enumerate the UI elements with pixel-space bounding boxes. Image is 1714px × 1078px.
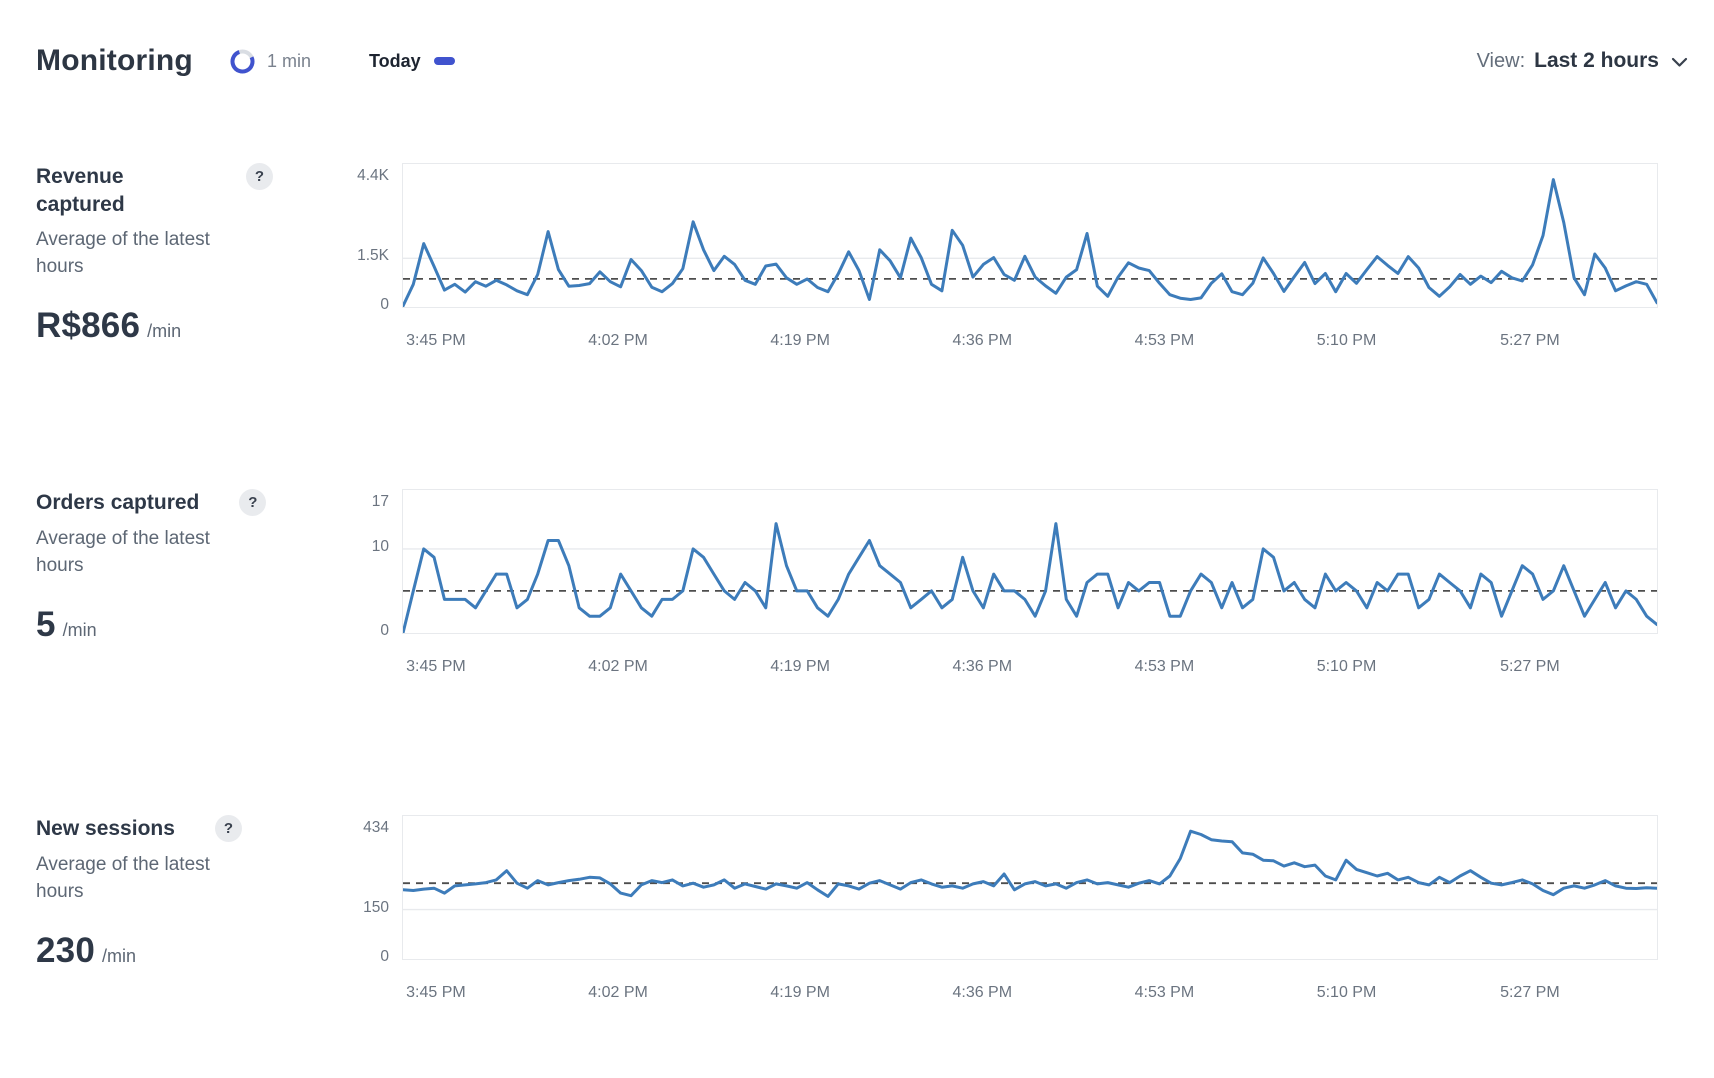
- metric-value: 230: [36, 931, 95, 971]
- x-axis-tick-label: 5:10 PM: [1317, 984, 1377, 1002]
- series-line: [403, 524, 1657, 633]
- chart-canvas: [403, 816, 1657, 959]
- revenue-chart: 0 1.5K 4.4K 3:45 PM 4:02 PM 4:19 PM 4:36 PM 4:…: [336, 163, 1658, 358]
- x-axis-tick-label: 5:27 PM: [1500, 658, 1560, 676]
- metric-title: Orders captured: [36, 489, 199, 517]
- help-icon[interactable]: ?: [246, 163, 273, 190]
- metric-info-revenue: Revenue captured ? Average of the latest…: [36, 163, 336, 358]
- x-axis-tick-label: 3:45 PM: [406, 332, 466, 350]
- x-axis-tick-label: 4:53 PM: [1135, 332, 1195, 350]
- page-title: Monitoring: [36, 44, 193, 78]
- chevron-down-icon: [1671, 57, 1688, 68]
- refresh-interval-indicator: 1 min: [229, 48, 311, 75]
- help-icon[interactable]: ?: [239, 489, 266, 516]
- metric-unit: /min: [102, 946, 136, 967]
- x-axis-tick-label: 4:02 PM: [588, 984, 648, 1002]
- x-axis-tick-label: 5:27 PM: [1500, 984, 1560, 1002]
- today-series-swatch: [434, 57, 455, 65]
- y-axis-tick-label: 0: [380, 622, 389, 640]
- metric-info-sessions: New sessions ? Average of the latest hou…: [36, 815, 336, 1010]
- orders-chart: 0 10 17 3:45 PM 4:02 PM 4:19 PM 4:36 PM 4:53 P…: [336, 489, 1658, 684]
- x-axis-tick-label: 4:53 PM: [1135, 658, 1195, 676]
- today-legend-toggle[interactable]: Today: [369, 51, 455, 72]
- y-axis-tick-label: 1.5K: [357, 247, 389, 265]
- series-line: [403, 180, 1657, 306]
- metric-unit: /min: [63, 620, 97, 641]
- series-line: [403, 831, 1657, 896]
- x-axis-tick-label: 3:45 PM: [406, 984, 466, 1002]
- page-header: Monitoring 1 min Today View: Last 2 hour…: [0, 0, 1714, 78]
- chart-canvas: [403, 490, 1657, 633]
- view-label: View:: [1477, 50, 1526, 73]
- view-selected-value: Last 2 hours: [1534, 49, 1659, 73]
- chart-canvas: [403, 164, 1657, 307]
- x-axis-tick-label: 4:19 PM: [770, 984, 830, 1002]
- y-axis-tick-label: 434: [363, 819, 389, 837]
- metric-title: New sessions: [36, 815, 175, 843]
- metric-title: Revenue captured: [36, 163, 206, 218]
- metric-row-revenue: Revenue captured ? Average of the latest…: [0, 163, 1714, 358]
- x-axis-tick-label: 5:27 PM: [1500, 332, 1560, 350]
- metric-value: 5: [36, 605, 56, 645]
- x-axis-tick-label: 3:45 PM: [406, 658, 466, 676]
- x-axis-tick-label: 5:10 PM: [1317, 332, 1377, 350]
- metric-subtitle: Average of the latest hours: [36, 526, 254, 580]
- sessions-chart: 0 150 434 3:45 PM 4:02 PM 4:19 PM 4:36 PM 4:53…: [336, 815, 1658, 1010]
- metric-row-orders: Orders captured ? Average of the latest …: [0, 489, 1714, 684]
- y-axis-tick-label: 0: [380, 296, 389, 314]
- view-range-dropdown[interactable]: View: Last 2 hours: [1477, 49, 1688, 73]
- x-axis-tick-label: 4:19 PM: [770, 332, 830, 350]
- metric-unit: /min: [147, 321, 181, 342]
- x-axis-tick-label: 5:10 PM: [1317, 658, 1377, 676]
- x-axis-tick-label: 4:36 PM: [952, 984, 1012, 1002]
- today-label: Today: [369, 51, 421, 72]
- x-axis-tick-label: 4:53 PM: [1135, 984, 1195, 1002]
- x-axis-tick-label: 4:02 PM: [588, 332, 648, 350]
- x-axis-tick-label: 4:02 PM: [588, 658, 648, 676]
- help-icon[interactable]: ?: [215, 815, 242, 842]
- y-axis-tick-label: 4.4K: [357, 167, 389, 185]
- x-axis-tick-label: 4:19 PM: [770, 658, 830, 676]
- refresh-spinner-icon: [229, 48, 256, 75]
- metric-row-sessions: New sessions ? Average of the latest hou…: [0, 815, 1714, 1010]
- chart-plot-area[interactable]: [402, 489, 1658, 634]
- metric-info-orders: Orders captured ? Average of the latest …: [36, 489, 336, 684]
- refresh-interval-label: 1 min: [267, 51, 311, 72]
- chart-plot-area[interactable]: [402, 815, 1658, 960]
- metric-subtitle: Average of the latest hours: [36, 227, 254, 281]
- y-axis-tick-label: 10: [372, 538, 389, 556]
- y-axis: 0150434: [336, 815, 402, 960]
- x-axis: 3:45 PM 4:02 PM 4:19 PM 4:36 PM 4:53 PM 5:10 …: [402, 634, 1658, 684]
- x-axis: 3:45 PM 4:02 PM 4:19 PM 4:36 PM 4:53 PM 5:10 …: [402, 960, 1658, 1010]
- x-axis-tick-label: 4:36 PM: [952, 658, 1012, 676]
- chart-plot-area[interactable]: [402, 163, 1658, 308]
- x-axis: 3:45 PM 4:02 PM 4:19 PM 4:36 PM 4:53 PM 5:10 …: [402, 308, 1658, 358]
- y-axis-tick-label: 0: [380, 948, 389, 966]
- metric-value: R$866: [36, 306, 140, 346]
- y-axis-tick-label: 17: [372, 493, 389, 511]
- y-axis: 01.5K4.4K: [336, 163, 402, 308]
- x-axis-tick-label: 4:36 PM: [952, 332, 1012, 350]
- metric-subtitle: Average of the latest hours: [36, 852, 254, 906]
- y-axis: 01017: [336, 489, 402, 634]
- y-axis-tick-label: 150: [363, 899, 389, 917]
